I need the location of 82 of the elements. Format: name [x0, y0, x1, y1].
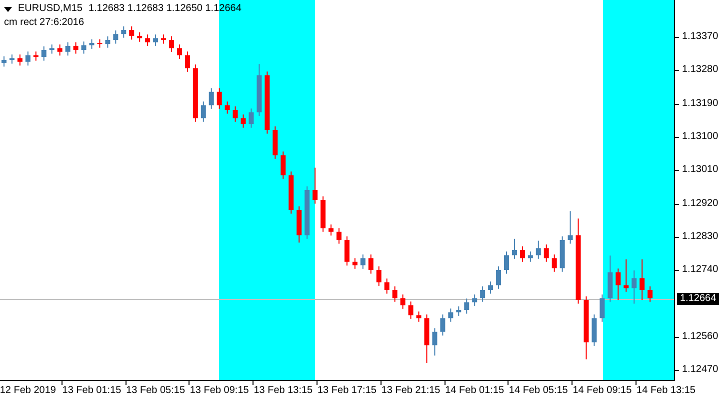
candlestick	[344, 236, 350, 266]
candlestick	[520, 246, 525, 262]
candlestick	[41, 46, 46, 62]
candlestick	[448, 308, 454, 322]
candlestick	[200, 100, 206, 122]
symbol-label: EURUSD,M15	[18, 3, 82, 15]
candlestick	[648, 286, 653, 302]
time-label: 12 Feb 2019	[0, 385, 56, 397]
candlestick	[544, 244, 549, 262]
candlestick	[440, 314, 446, 336]
candlestick	[328, 224, 334, 236]
current-price-marker: 1.12664	[677, 293, 720, 305]
candlestick	[240, 114, 246, 128]
candlestick	[81, 40, 86, 54]
candlestick	[121, 26, 126, 38]
price-label: 1.12560	[682, 331, 718, 343]
candlestick	[432, 328, 438, 356]
candlestick	[176, 44, 182, 60]
candlestick	[9, 54, 14, 64]
candlestick	[416, 310, 422, 322]
candlestick	[568, 210, 573, 244]
candlestick	[640, 258, 645, 300]
candlestick	[512, 238, 517, 260]
candlestick	[65, 42, 70, 56]
candlestick	[208, 88, 214, 110]
candlestick	[184, 50, 190, 72]
candlestick	[129, 26, 134, 40]
price-label: 1.12920	[682, 198, 718, 210]
candlestick	[25, 50, 30, 66]
candlestick	[408, 300, 414, 320]
candlestick	[552, 254, 557, 272]
candlestick	[33, 50, 38, 62]
price-label: 1.12830	[682, 231, 718, 243]
candlestick	[472, 294, 478, 306]
candlestick	[368, 254, 374, 274]
candlestick	[384, 278, 390, 294]
candlestick	[153, 34, 158, 46]
dropdown-icon[interactable]	[4, 6, 12, 12]
candlestick	[280, 150, 286, 180]
candlestick	[616, 268, 621, 300]
price-label: 1.13280	[682, 64, 718, 76]
candlestick	[57, 44, 62, 56]
candlestick	[336, 228, 342, 244]
candlestick	[17, 54, 22, 66]
candlestick	[496, 266, 502, 290]
candlestick	[480, 286, 486, 302]
candlestick	[169, 36, 174, 52]
candlestick	[145, 34, 150, 46]
indicator-label: cm rect 27:6:2016	[4, 17, 86, 29]
candlestick	[488, 280, 494, 294]
candlestick	[504, 250, 509, 274]
price-label: 1.13370	[682, 31, 718, 43]
candlestick	[232, 106, 238, 122]
candlestick	[536, 240, 541, 260]
candlestick	[73, 42, 78, 54]
candlestick	[392, 286, 398, 302]
candlestick	[161, 34, 166, 44]
candlestick	[400, 294, 406, 310]
candlestick	[2, 56, 6, 68]
candlestick	[632, 270, 637, 304]
candlestick	[600, 294, 605, 322]
candlestick	[89, 38, 94, 50]
candlestick	[352, 258, 358, 270]
candlestick	[464, 298, 470, 314]
candlestick	[528, 250, 533, 262]
candlestick	[624, 258, 629, 292]
price-label: 1.12740	[682, 264, 718, 276]
candlestick	[224, 100, 230, 114]
price-label: 1.13190	[682, 98, 718, 110]
candlestick	[456, 306, 462, 316]
candlestick	[312, 167, 318, 204]
candlestick	[105, 36, 110, 48]
price-label: 1.12470	[682, 364, 718, 376]
candlestick	[113, 30, 118, 44]
candlestick	[360, 254, 366, 270]
candlestick	[376, 266, 382, 286]
candlestick	[49, 44, 54, 54]
price-label: 1.13100	[682, 131, 718, 143]
candlestick	[137, 32, 142, 42]
candlestick	[216, 88, 222, 110]
price-label: 1.13010	[682, 164, 718, 176]
candlestick	[248, 108, 254, 128]
